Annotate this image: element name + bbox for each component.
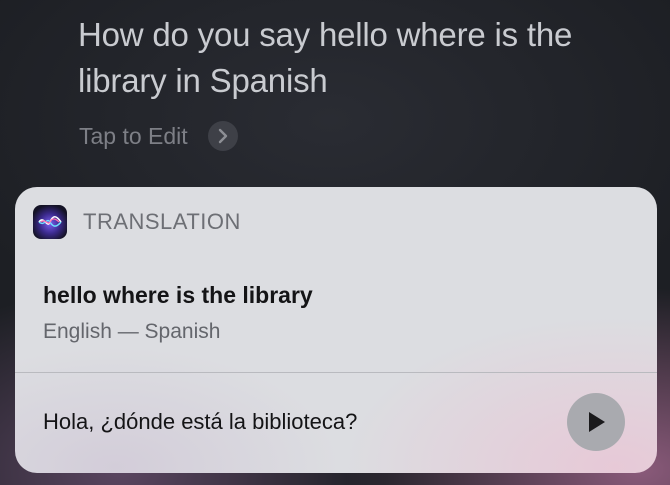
source-phrase: hello where is the library [43, 282, 313, 308]
card-header-label: TRANSLATION [83, 209, 241, 234]
siri-icon [33, 205, 67, 239]
translated-phrase: Hola, ¿dónde está la biblioteca? [43, 409, 358, 434]
translation-card[interactable]: TRANSLATION hello where is the library E… [15, 187, 657, 473]
chevron-right-icon [207, 121, 238, 151]
play-icon [589, 412, 605, 432]
tap-to-edit-label: Tap to Edit [79, 122, 188, 149]
spoken-query-text: How do you say hello where is the librar… [78, 16, 573, 99]
play-translation-button[interactable] [567, 393, 625, 451]
divider [15, 372, 657, 373]
language-pair: English — Spanish [43, 320, 221, 343]
tap-to-edit-button[interactable]: Tap to Edit [79, 120, 238, 152]
card-header: TRANSLATION [33, 205, 241, 239]
